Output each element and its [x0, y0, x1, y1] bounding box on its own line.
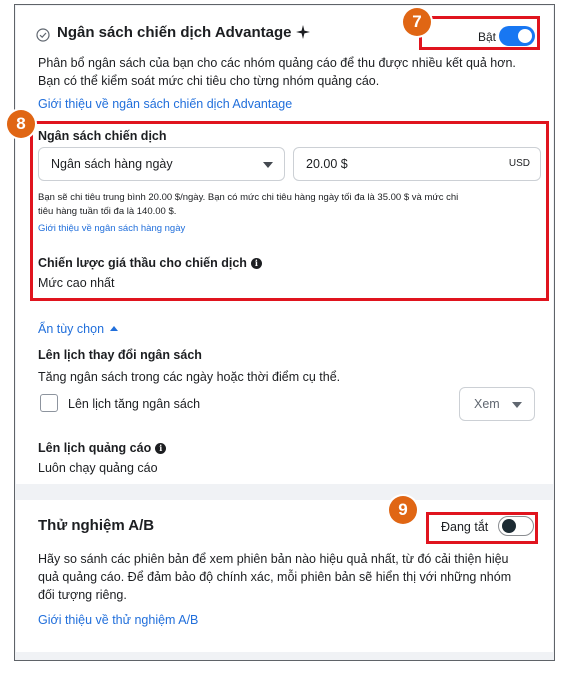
hide-options-link[interactable]: Ẩn tùy chọn — [38, 322, 118, 336]
highlight-box-9 — [426, 512, 538, 544]
schedule-budget-desc: Tăng ngân sách trong các ngày hoặc thời … — [38, 370, 341, 384]
advantage-desc-1: Phân bổ ngân sách của bạn cho các nhóm q… — [38, 56, 516, 70]
schedule-budget-heading: Lên lịch thay đổi ngân sách — [38, 348, 202, 362]
step-badge-7: 7 — [403, 8, 431, 36]
advantage-desc-2: Bạn có thể kiểm soát mức chi tiêu cho từ… — [38, 74, 380, 88]
ab-test-learn-more-link[interactable]: Giới thiệu về thử nghiệm A/B — [38, 613, 198, 627]
ad-schedule-value: Luôn chạy quảng cáo — [38, 461, 158, 475]
caret-up-icon — [109, 326, 118, 331]
schedule-budget-checkbox-label[interactable]: Lên lịch tăng ngân sách — [68, 395, 200, 413]
ab-test-title: Thử nghiệm A/B — [38, 517, 155, 534]
chevron-down-icon — [512, 402, 522, 408]
ab-test-desc-2: quả quảng cáo. Để đảm bảo độ chính xác, … — [38, 570, 512, 584]
ab-test-desc-1: Hãy so sánh các phiên bản để xem phiên b… — [38, 552, 509, 566]
info-icon[interactable]: i — [155, 442, 167, 454]
step-badge-9: 9 — [389, 496, 417, 524]
ad-schedule-heading: Lên lịch quảng cáo i — [38, 439, 167, 457]
step-badge-8: 8 — [7, 110, 35, 138]
view-button[interactable]: Xem — [459, 387, 535, 421]
ab-test-desc-3: đối tượng riêng. — [38, 588, 127, 602]
highlight-box-7 — [419, 16, 540, 50]
highlight-box-8 — [30, 121, 549, 301]
view-button-label: Xem — [474, 397, 500, 411]
check-circle-icon — [36, 28, 50, 47]
schedule-budget-checkbox[interactable] — [40, 394, 58, 412]
advantage-budget-title: Ngân sách chiến dịch Advantage — [57, 24, 310, 43]
sparkle-icon — [295, 25, 310, 43]
advantage-learn-more-link[interactable]: Giới thiệu về ngân sách chiến dịch Advan… — [38, 97, 292, 111]
